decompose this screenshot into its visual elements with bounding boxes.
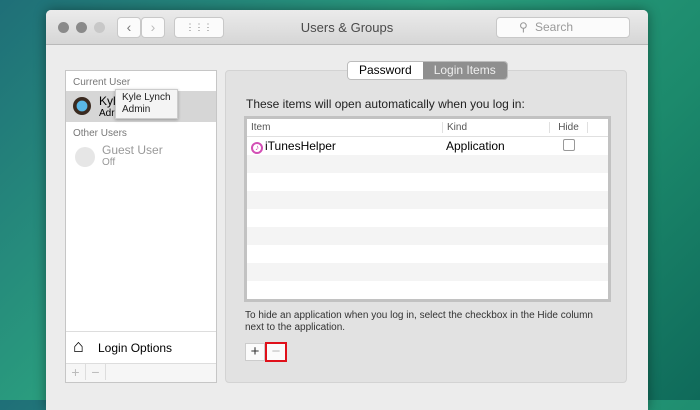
login-options-label: Login Options — [98, 341, 173, 355]
user-tooltip: Kyle Lynch Admin — [115, 89, 178, 119]
itunes-icon: ♪ — [251, 141, 263, 154]
remove-login-item-button[interactable]: − — [265, 342, 287, 362]
table-header: Item Kind Hide — [247, 119, 608, 137]
guest-avatar — [75, 147, 95, 167]
users-groups-window: ‹ › ⋮⋮⋮ Users & Groups ⚲ Search Current U… — [46, 10, 648, 410]
guest-status: Off — [102, 157, 116, 168]
current-user-item[interactable]: Kyl Adr Kyle Lynch Admin — [66, 89, 216, 122]
sidebar-toolbar: + − — [66, 363, 216, 382]
column-kind[interactable]: Kind — [442, 122, 549, 133]
guest-user-item[interactable]: Guest User Off — [66, 142, 216, 176]
search-icon: ⚲ — [519, 20, 528, 34]
add-login-item-button[interactable]: + — [245, 343, 265, 361]
tooltip-name: Kyle Lynch — [122, 92, 171, 103]
item-name: iTunesHelper — [265, 138, 336, 153]
column-item[interactable]: Item — [247, 122, 442, 133]
login-items-table: Item Kind Hide ♪ iTunesHelper Application — [244, 116, 611, 302]
tooltip-role: Admin — [122, 104, 151, 115]
add-user-button[interactable]: + — [66, 364, 86, 380]
title-bar: ‹ › ⋮⋮⋮ Users & Groups ⚲ Search — [46, 10, 648, 45]
hide-checkbox[interactable] — [562, 138, 575, 151]
search-placeholder: Search — [535, 20, 574, 34]
user-name: Kyl — [99, 94, 116, 108]
house-icon: ⌂ — [73, 336, 84, 356]
remove-user-button[interactable]: − — [86, 364, 106, 380]
search-field[interactable]: ⚲ Search — [496, 17, 630, 38]
hide-instructions: To hide an application when you log in, … — [245, 310, 593, 333]
item-kind: Application — [446, 139, 505, 153]
login-items-heading: These items will open automatically when… — [246, 97, 525, 111]
other-users-header: Other Users — [73, 128, 127, 139]
login-options-button[interactable]: ⌂ Login Options — [66, 331, 216, 363]
guest-name: Guest User — [102, 143, 163, 157]
user-role: Adr — [99, 108, 115, 119]
table-row[interactable]: ♪ iTunesHelper Application — [247, 137, 608, 155]
tab-login-items[interactable]: Login Items — [422, 62, 507, 79]
user-avatar — [73, 97, 91, 115]
current-user-header: Current User — [73, 77, 131, 88]
users-sidebar: Current User Kyl Adr Kyle Lynch Admin Oth… — [65, 70, 217, 383]
tab-password[interactable]: Password — [348, 62, 423, 79]
column-hide[interactable]: Hide — [549, 122, 588, 133]
tab-bar: Password Login Items — [347, 61, 508, 80]
